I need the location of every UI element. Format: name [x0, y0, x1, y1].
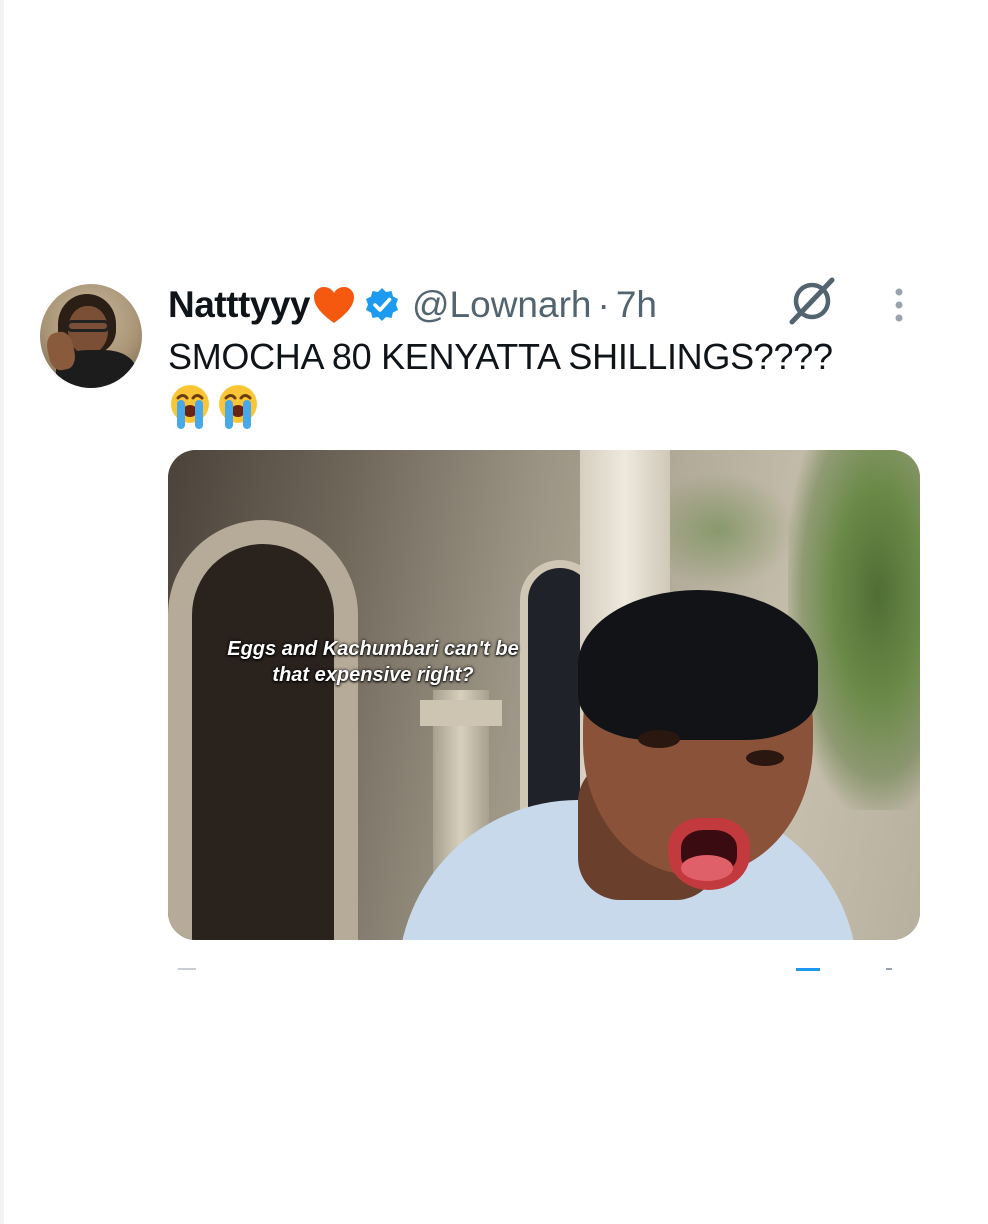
timestamp[interactable]: 7h — [616, 284, 657, 326]
verified-badge-icon[interactable] — [364, 287, 400, 323]
grok-icon[interactable] — [786, 276, 838, 326]
tweet-card[interactable]: Natttyyy @Lownarh · 7h SMOCHA 80 KENYATT… — [0, 0, 988, 1224]
tweet-emojis — [168, 382, 260, 430]
display-name[interactable]: Natttyyy — [168, 284, 311, 326]
tweet-text: SMOCHA 80 KENYATTA SHILLINGS???? — [168, 336, 833, 377]
loudly-crying-face-icon — [219, 385, 257, 429]
action-bar-fragment — [178, 968, 196, 970]
tweet-media-image[interactable]: Eggs and Kachumbari can't be that expens… — [168, 450, 920, 940]
loudly-crying-face-icon — [171, 385, 209, 429]
action-bar-fragment — [796, 968, 820, 971]
user-handle[interactable]: @Lownarh — [412, 284, 592, 326]
tweet-header: Natttyyy @Lownarh · 7h — [168, 280, 657, 330]
more-options-icon[interactable] — [886, 286, 912, 326]
separator-dot: · — [597, 284, 610, 325]
avatar[interactable] — [40, 284, 142, 388]
media-caption: Eggs and Kachumbari can't be that expens… — [227, 638, 519, 686]
action-bar-fragment — [886, 968, 892, 970]
orange-heart-icon — [314, 287, 354, 323]
